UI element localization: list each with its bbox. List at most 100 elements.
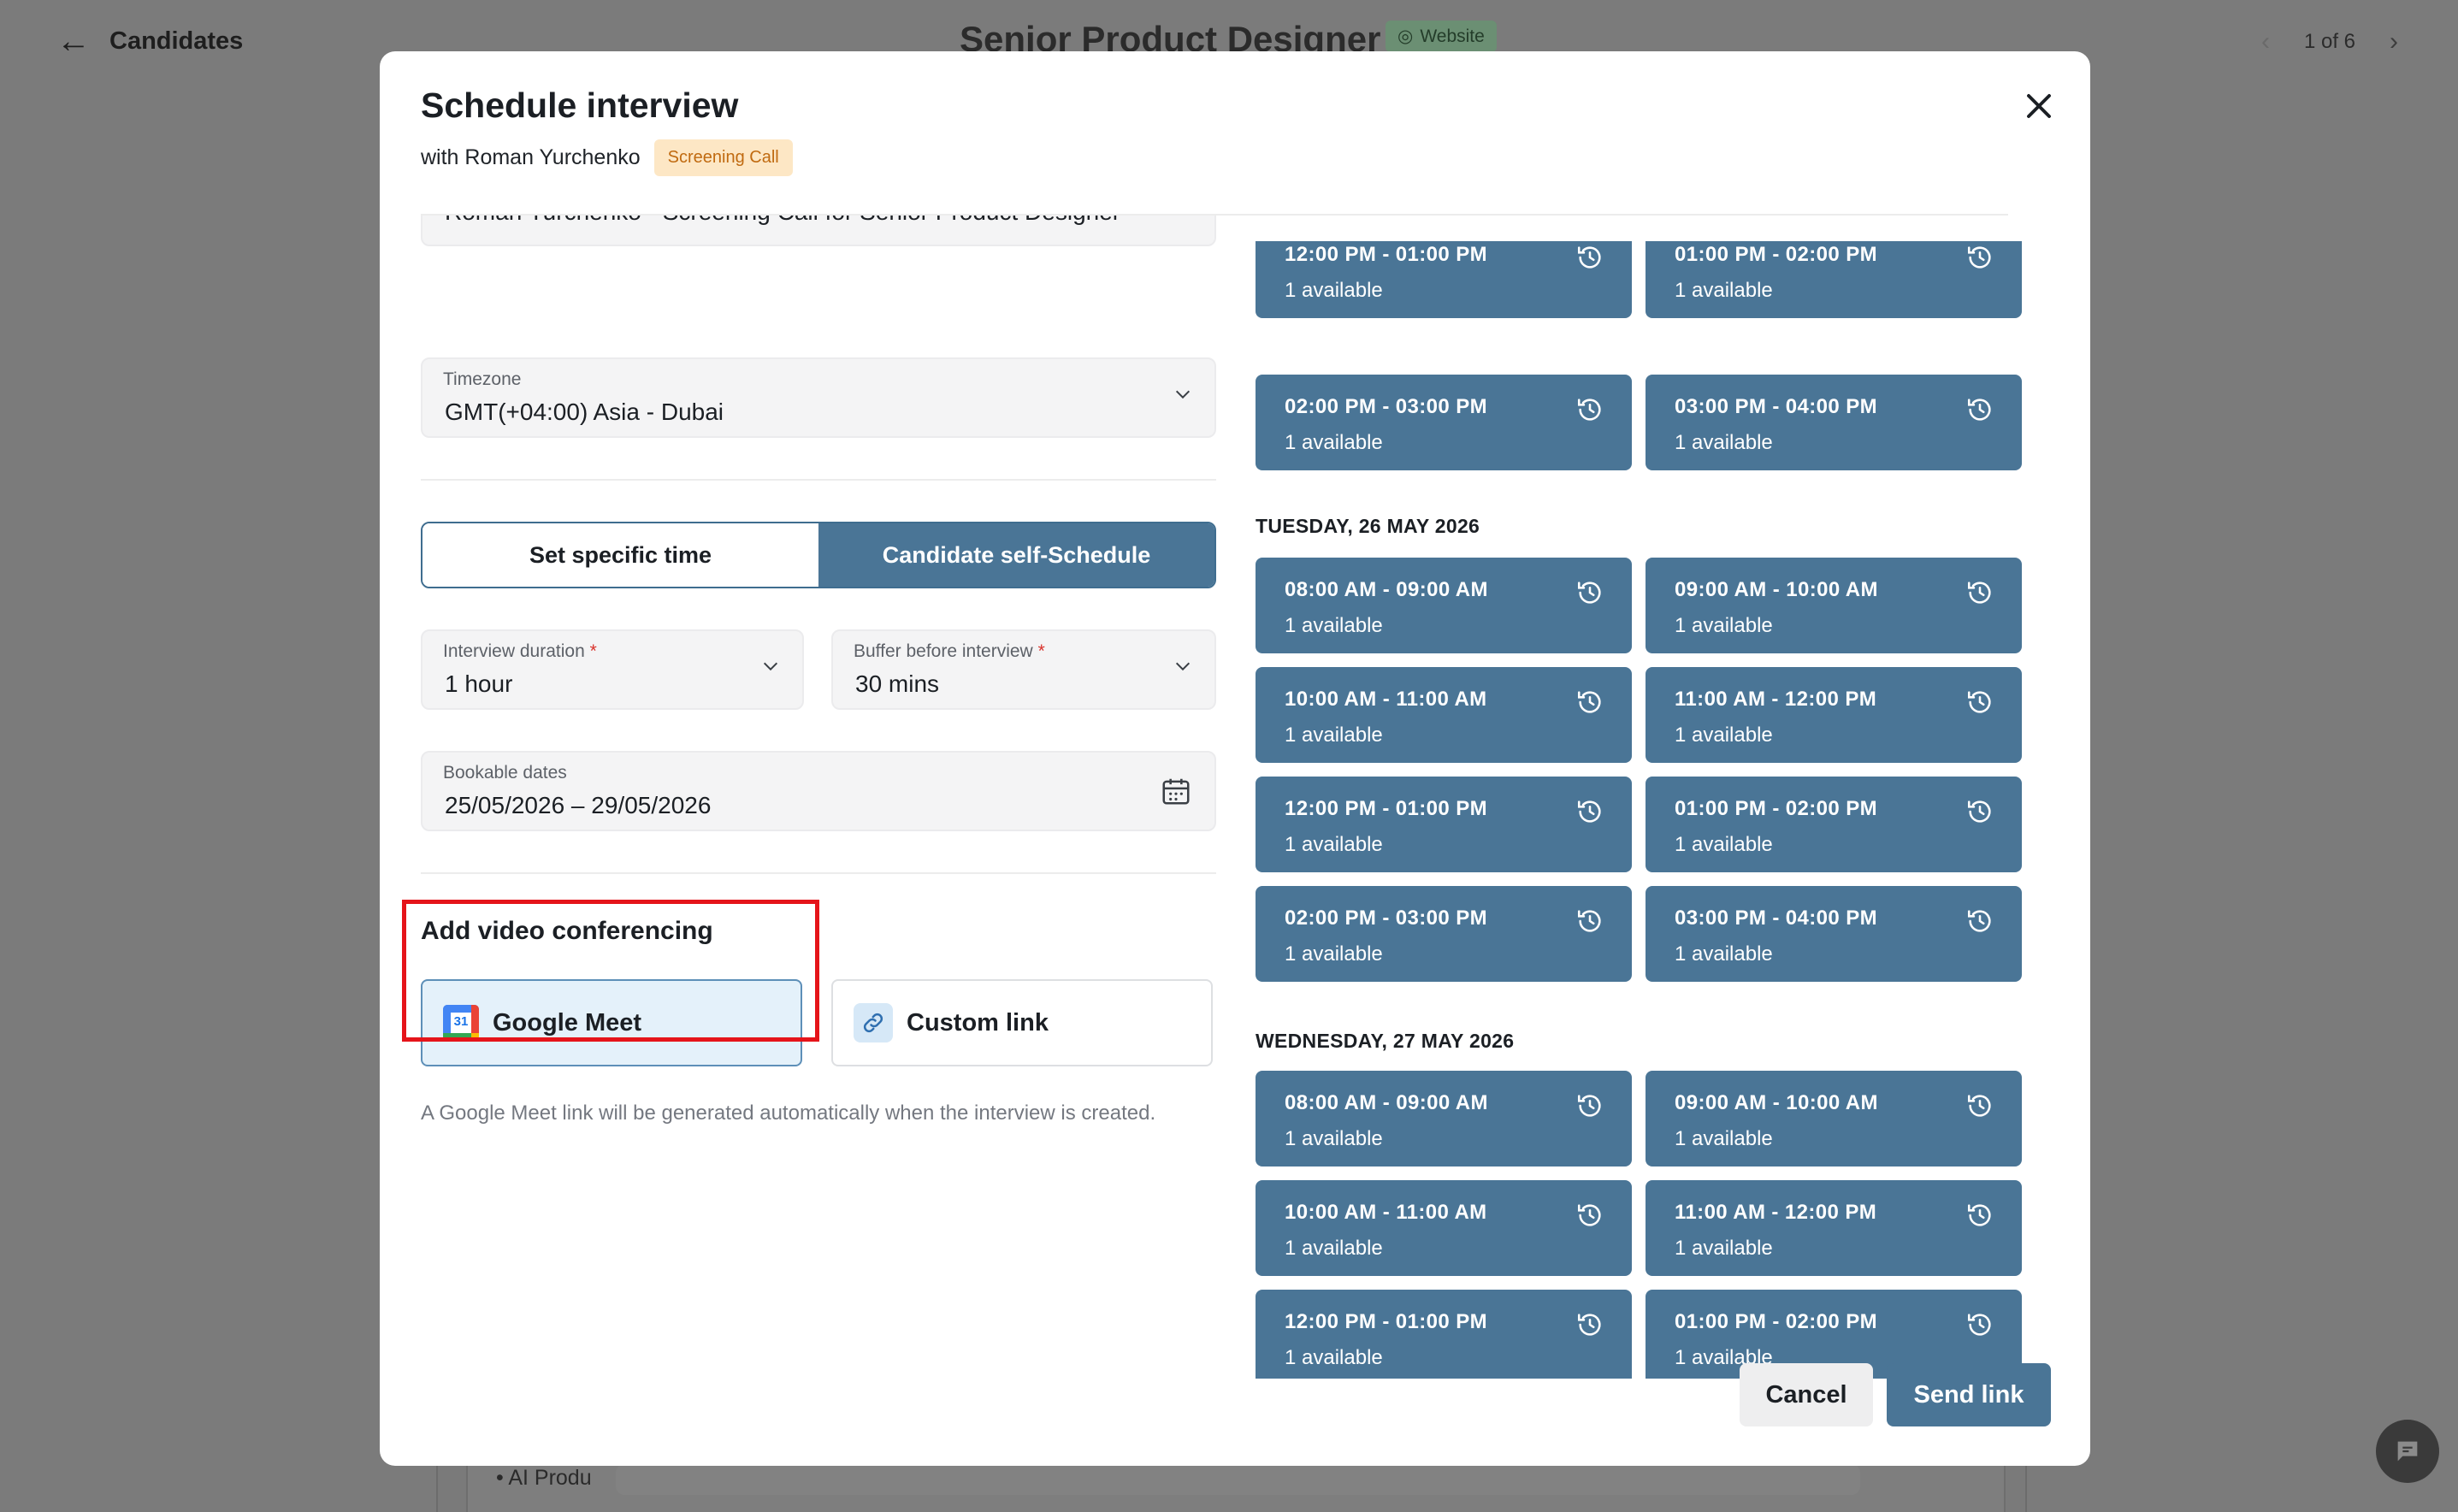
calendar-icon[interactable] [1160,775,1192,807]
history-icon [1967,399,1991,421]
history-icon [1577,399,1601,421]
close-icon[interactable] [2018,86,2059,127]
bookable-label: Bookable dates [443,763,567,783]
arrow-left-icon: ← [56,22,91,60]
time-slot[interactable]: 01:00 PM - 02:00 PM 1 available [1646,241,2022,318]
cancel-button[interactable]: Cancel [1740,1363,1873,1426]
slot-availability: 1 available [1675,724,1773,747]
time-slot[interactable]: 03:00 PM - 04:00 PM 1 available [1646,886,2022,982]
schedule-form: Roman Yurchenko - Screening Call for Sen… [421,216,1216,1242]
slot-availability: 1 available [1675,833,1773,856]
time-slot[interactable]: 02:00 PM - 03:00 PM 1 available [1256,886,1632,982]
modal-title: Schedule interview [421,86,739,125]
candidate-pager: ‹ 1 of 6 › [2261,27,2398,56]
buffer-select[interactable]: Buffer before interview * 30 mins [831,629,1216,710]
time-slot[interactable]: 01:00 PM - 02:00 PM 1 available [1646,777,2022,872]
set-specific-time-option[interactable]: Set specific time [422,523,818,587]
interview-duration-select[interactable]: Interview duration * 1 hour [421,629,804,710]
slot-time: 09:00 AM - 10:00 AM [1675,578,1878,601]
schedule-interview-modal: Schedule interview with Roman Yurchenko … [380,51,2090,1466]
slot-time: 11:00 AM - 12:00 PM [1675,688,1877,711]
chevron-left-icon[interactable]: ‹ [2261,27,2270,56]
back-label: Candidates [109,27,244,55]
subject-value: Roman Yurchenko - Screening Call for Sen… [445,216,1120,226]
timezone-label: Timezone [443,369,522,389]
history-icon [1967,246,1991,269]
slot-availability: 1 available [1675,614,1773,637]
bookable-dates-field[interactable]: Bookable dates 25/05/2026 – 29/05/2026 [421,751,1216,831]
time-slot[interactable]: 03:00 PM - 04:00 PM 1 available [1646,375,2022,470]
history-icon [1967,800,1991,823]
background-bullet: • AI Produ [496,1466,592,1490]
source-badge: ◎ Website [1386,21,1497,52]
slot-time: 12:00 PM - 01:00 PM [1285,243,1488,266]
chevron-down-icon [763,662,778,671]
slot-availability: 1 available [1285,1127,1383,1150]
history-icon [1577,1095,1601,1117]
slot-availability: 1 available [1285,1346,1383,1369]
link-icon [854,1003,893,1042]
chevron-down-icon [1175,390,1191,399]
slot-time: 08:00 AM - 09:00 AM [1285,578,1488,601]
time-slot[interactable]: 08:00 AM - 09:00 AM 1 available [1256,558,1632,653]
time-slot[interactable]: 11:00 AM - 12:00 PM 1 available [1646,1180,2022,1276]
history-icon [1577,1314,1601,1336]
slot-time: 01:00 PM - 02:00 PM [1675,797,1878,820]
slot-availability: 1 available [1675,279,1773,302]
time-slot[interactable]: 08:00 AM - 09:00 AM 1 available [1256,1071,1632,1166]
history-icon [1967,1314,1991,1336]
time-slot[interactable]: 10:00 AM - 11:00 AM 1 available [1256,1180,1632,1276]
buffer-value: 30 mins [855,670,940,697]
chevron-right-icon[interactable]: › [2390,27,2398,56]
modal-subtitle: with Roman Yurchenko Screening Call [421,139,793,176]
timezone-value: GMT(+04:00) Asia - Dubai [445,399,724,425]
slot-time: 10:00 AM - 11:00 AM [1285,688,1487,711]
duration-label-text: Interview duration [443,641,585,661]
timezone-select[interactable]: Timezone GMT(+04:00) Asia - Dubai [421,357,1216,438]
time-slot[interactable]: 02:00 PM - 03:00 PM 1 available [1256,375,1632,470]
history-icon [1577,582,1601,604]
slot-availability: 1 available [1285,942,1383,966]
duration-value: 1 hour [445,670,513,697]
history-icon [1967,582,1991,604]
history-icon [1967,1204,1991,1226]
slot-availability: 1 available [1285,724,1383,747]
chat-icon[interactable] [2376,1420,2439,1483]
buffer-label-text: Buffer before interview [854,641,1033,661]
schedule-mode-toggle: Set specific time Candidate self-Schedul… [421,522,1216,588]
back-to-candidates[interactable]: ← Candidates [56,22,244,60]
history-icon [1577,1204,1601,1226]
slot-availability: 1 available [1285,833,1383,856]
candidate-self-schedule-option[interactable]: Candidate self-Schedule [818,523,1214,587]
time-slot[interactable]: 12:00 PM - 01:00 PM 1 available [1256,1290,1632,1379]
custom-link-label: Custom link [907,1008,1049,1037]
time-slots-panel[interactable]: 12:00 PM - 01:00 PM 1 available 01:00 PM… [1256,241,2034,1379]
time-slot[interactable]: 09:00 AM - 10:00 AM 1 available [1646,558,2022,653]
google-calendar-icon: 31 [443,1005,479,1041]
background-bullet-text: AI Produ [508,1466,592,1490]
slot-time: 02:00 PM - 03:00 PM [1285,395,1488,418]
subject-field[interactable]: Roman Yurchenko - Screening Call for Sen… [421,216,1216,246]
slot-time: 03:00 PM - 04:00 PM [1675,395,1878,418]
globe-icon: ◎ [1397,27,1414,46]
time-slot[interactable]: 12:00 PM - 01:00 PM 1 available [1256,777,1632,872]
slot-time: 03:00 PM - 04:00 PM [1675,907,1878,930]
time-slot[interactable]: 12:00 PM - 01:00 PM 1 available [1256,241,1632,318]
send-link-button[interactable]: Send link [1887,1363,2051,1426]
slot-availability: 1 available [1675,942,1773,966]
slot-time: 01:00 PM - 02:00 PM [1675,243,1878,266]
time-slot[interactable]: 10:00 AM - 11:00 AM 1 available [1256,667,1632,763]
history-icon [1577,246,1601,269]
duration-label: Interview duration * [443,641,597,662]
google-meet-option[interactable]: 31 Google Meet [421,979,802,1066]
slot-availability: 1 available [1675,1237,1773,1260]
stage-tag: Screening Call [653,139,793,176]
time-slot[interactable]: 09:00 AM - 10:00 AM 1 available [1646,1071,2022,1166]
day-heading: WEDNESDAY, 27 MAY 2026 [1256,1030,1515,1052]
source-badge-label: Website [1420,26,1485,46]
google-meet-label: Google Meet [493,1008,642,1037]
time-slot[interactable]: 11:00 AM - 12:00 PM 1 available [1646,667,2022,763]
custom-link-option[interactable]: Custom link [831,979,1213,1066]
slot-time: 01:00 PM - 02:00 PM [1675,1310,1878,1333]
history-icon [1967,1095,1991,1117]
